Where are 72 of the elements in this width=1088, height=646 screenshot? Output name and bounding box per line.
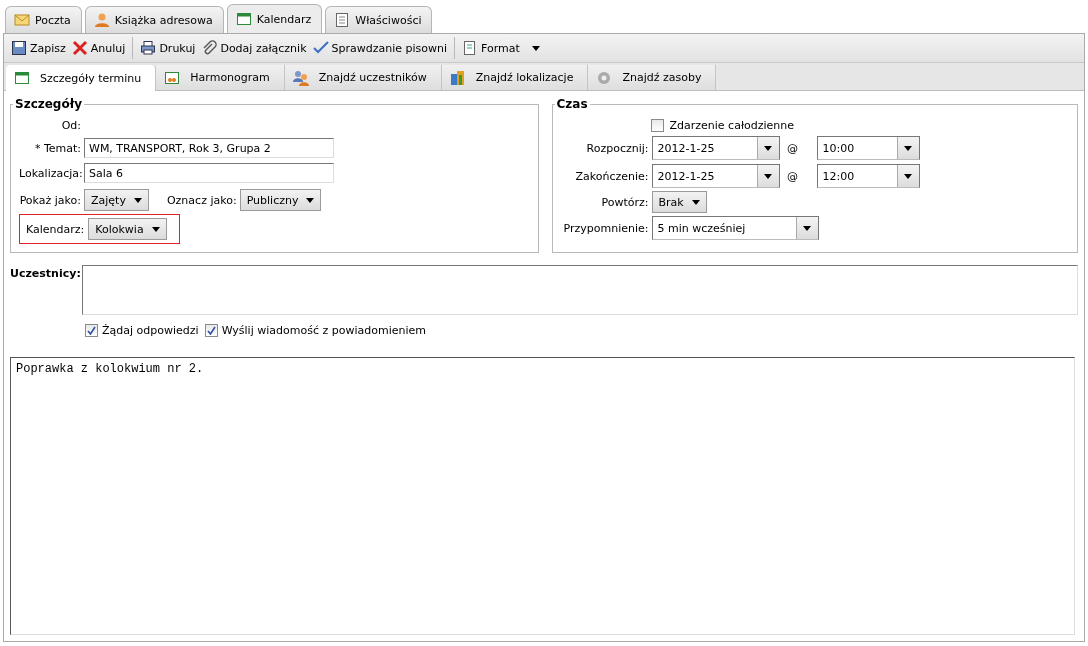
checkbox-label: Zdarzenie całodzienne	[669, 119, 795, 132]
toolbar-button[interactable]: Anuluj	[68, 37, 129, 59]
app-tab[interactable]: Kalendarz	[226, 4, 323, 33]
section-tab[interactable]: Szczegóły terminu	[6, 65, 157, 91]
start-date-dropdown[interactable]: 2012-1-25	[651, 136, 780, 160]
caret-icon	[764, 145, 772, 151]
document-icon	[334, 12, 351, 28]
field-label: Pokaż jako:	[19, 193, 81, 207]
checkbox-label: Wyślij wiadomość z powiadomieniem	[221, 324, 426, 337]
schedule-icon	[164, 69, 181, 86]
field-label: Kalendarz:	[26, 222, 85, 236]
repeat-dropdown[interactable]: Brak	[651, 191, 707, 213]
section-tab[interactable]: Znajdź zasoby	[588, 65, 717, 90]
caret-icon	[904, 145, 912, 151]
caret-icon	[306, 197, 315, 203]
field-label: * Temat:	[33, 141, 81, 155]
section-tab[interactable]: Znajdź lokalizacje	[441, 65, 589, 90]
caret-icon	[904, 173, 912, 179]
toolbar-button[interactable]: Zapisz	[8, 37, 69, 59]
app-tab[interactable]: Książka adresowa	[84, 6, 224, 33]
save-icon	[11, 40, 27, 56]
buildings-icon	[449, 69, 466, 86]
paperclip-icon	[201, 40, 218, 56]
caret-icon	[531, 45, 540, 51]
field-label: Powtórz:	[600, 195, 649, 209]
subject-field[interactable]: WM, TRANSPORT, Rok 3, Grupa 2	[84, 138, 334, 158]
field-label: Oznacz jako:	[166, 193, 237, 207]
field-label: Rozpocznij:	[585, 141, 649, 155]
section-tab[interactable]: Znajdź uczestników	[284, 65, 442, 90]
end-time-dropdown[interactable]: 12:00	[816, 164, 920, 188]
field-label: Przypomnienie:	[562, 221, 649, 235]
field-label: Zakończenie:	[574, 169, 649, 183]
checkmark-icon	[312, 40, 329, 56]
caret-icon	[803, 225, 811, 231]
field-label: Uczestnicy:	[10, 266, 80, 282]
envelope-icon	[14, 12, 30, 28]
cross-icon	[71, 40, 88, 56]
checkbox[interactable]	[85, 324, 98, 337]
checkbox[interactable]	[204, 324, 218, 337]
caret-icon	[151, 226, 160, 232]
reminder-dropdown[interactable]: 5 min wcześniej	[651, 216, 819, 240]
checkbox[interactable]	[650, 119, 664, 132]
menu-button[interactable]: Format	[459, 37, 543, 59]
people-icon	[292, 69, 309, 86]
printer-icon	[140, 40, 157, 56]
person-icon	[93, 12, 110, 28]
group-title: Szczegóły	[14, 97, 83, 111]
app-tab[interactable]: Właściwości	[325, 6, 433, 33]
caret-icon	[133, 197, 142, 203]
checkbox-label: Żądaj odpowiedzi	[102, 324, 199, 337]
message-body-field[interactable]: Poprawka z kolokwium nr 2.	[10, 357, 1075, 635]
group-title: Czas	[555, 97, 589, 111]
app-tab[interactable]: Poczta	[5, 6, 82, 33]
at-sign: @	[786, 169, 799, 183]
toolbar-button[interactable]: Sprawdzanie pisowni	[309, 37, 451, 59]
section-tab[interactable]: Harmonogram	[156, 65, 285, 90]
show-as-dropdown[interactable]: Zajęty	[84, 189, 149, 211]
at-sign: @	[786, 141, 799, 155]
toolbar-button[interactable]: Drukuj	[137, 37, 199, 59]
toolbar-button[interactable]: Dodaj załącznik	[198, 37, 310, 59]
attendees-field[interactable]	[82, 265, 1078, 315]
calendar-dropdown[interactable]: Kolokwia	[88, 218, 167, 240]
caret-icon	[764, 173, 772, 179]
calendar-icon	[14, 70, 30, 86]
field-label: Od:	[60, 119, 81, 132]
start-time-dropdown[interactable]: 10:00	[816, 136, 920, 160]
mark-as-dropdown[interactable]: Publiczny	[239, 189, 322, 211]
calendar-icon	[235, 11, 252, 27]
location-field[interactable]: Sala 6	[84, 163, 334, 183]
field-label: Lokalizacja:	[19, 166, 81, 180]
caret-icon	[691, 199, 700, 205]
end-date-dropdown[interactable]: 2012-1-25	[651, 164, 780, 188]
